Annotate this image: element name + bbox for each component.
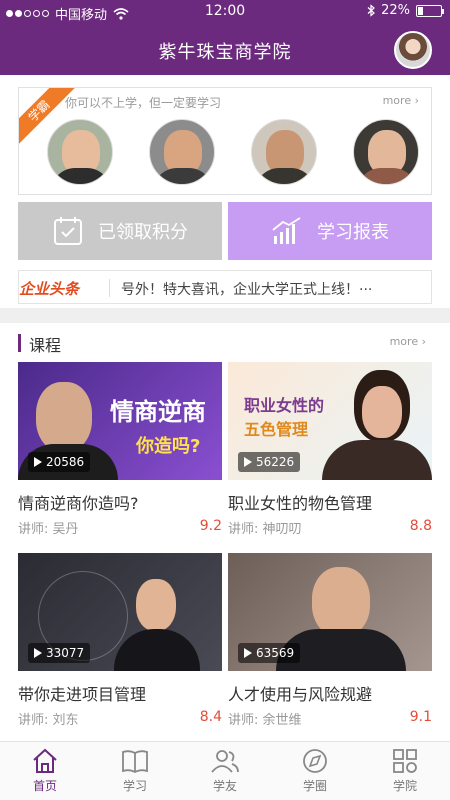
course-art-title: 职业女性的 (244, 396, 325, 415)
section-accent-bar (18, 334, 21, 352)
courses-section-header: 课程 more › (18, 331, 432, 355)
play-icon (34, 648, 42, 658)
news-logo: 企业头条 (19, 280, 80, 298)
tab-home[interactable]: 首页 (0, 742, 90, 800)
play-count: 20586 (28, 452, 91, 472)
course-art-subtitle: 你造吗? (136, 436, 201, 457)
teachers-more-link[interactable]: more › (383, 94, 419, 107)
course-teacher: 讲师: 神叨叨 (228, 522, 302, 537)
news-headline[interactable]: 号外！特大喜讯，企业大学正式上线！··· (121, 279, 372, 299)
featured-teachers-card: 学霸 你可以不上学，但一定要学习 more › (18, 87, 432, 195)
teacher-avatar[interactable] (251, 119, 317, 185)
news-ticker[interactable]: 企业头条 号外！特大喜讯，企业大学正式上线！··· (18, 270, 432, 304)
tab-study[interactable]: 学习 (90, 742, 180, 800)
course-teacher: 讲师: 吴丹 (18, 522, 79, 537)
report-button-label: 学习报表 (317, 222, 389, 243)
teacher-avatar[interactable] (353, 119, 419, 185)
play-count: 63569 (238, 643, 301, 663)
battery-percent: 22% (381, 3, 410, 18)
play-icon (34, 457, 42, 467)
course-card[interactable]: 33077 带你走进项目管理 讲师: 刘东 8.4 (18, 553, 222, 728)
course-teacher: 讲师: 余世维 (228, 713, 302, 728)
tab-circle[interactable]: 学圈 (270, 742, 360, 800)
battery-icon (416, 4, 444, 17)
report-button[interactable]: 学习报表 (228, 202, 432, 260)
play-count: 33077 (28, 643, 91, 663)
course-card[interactable]: 情商逆商 你造吗? 20586 情商逆商你造吗? 讲师: 吴丹 9.2 (18, 362, 222, 537)
course-thumbnail[interactable]: 职业女性的 五色管理 56226 (228, 362, 432, 480)
course-art-title: 情商逆商 (110, 398, 206, 426)
points-button-label: 已领取积分 (98, 222, 188, 243)
home-icon (33, 748, 57, 773)
course-card[interactable]: 职业女性的 五色管理 56226 职业女性的物色管理 讲师: 神叨叨 8.8 (228, 362, 432, 537)
top-bar: 中国移动 12:00 22% 紫牛珠宝商学院 (0, 0, 450, 75)
calendar-check-icon (54, 217, 82, 245)
points-button[interactable]: 已领取积分 (18, 202, 222, 260)
tab-label: 学习 (122, 779, 147, 793)
course-title[interactable]: 情商逆商你造吗? (18, 490, 222, 514)
course-title[interactable]: 人才使用与风险规避 (228, 681, 432, 705)
course-card[interactable]: 63569 人才使用与风险规避 讲师: 余世维 9.1 (228, 553, 432, 728)
grid-icon (393, 749, 417, 773)
tab-friends[interactable]: 学友 (180, 742, 270, 800)
courses-section-title: 课程 (29, 336, 62, 355)
chart-growth-icon (272, 217, 301, 244)
teacher-avatar[interactable] (47, 119, 113, 185)
tab-label: 学友 (212, 779, 237, 793)
section-divider (0, 308, 450, 323)
courses-more-link[interactable]: more › (390, 335, 426, 348)
course-rating: 8.8 (409, 518, 432, 534)
course-rating: 9.1 (409, 709, 432, 725)
tab-label: 学圈 (302, 779, 327, 793)
course-teacher: 讲师: 刘东 (18, 713, 79, 728)
play-count: 56226 (238, 452, 301, 472)
teacher-avatar[interactable] (149, 119, 215, 185)
course-art-subtitle: 五色管理 (244, 420, 309, 439)
course-thumbnail[interactable]: 情商逆商 你造吗? 20586 (18, 362, 222, 480)
course-title[interactable]: 带你走进项目管理 (18, 681, 222, 705)
play-icon (244, 457, 252, 467)
bottom-tab-bar: 首页 学习 学友 学圈 学院 (0, 741, 450, 800)
compass-icon (303, 749, 327, 773)
friends-icon (211, 750, 239, 773)
news-divider (109, 279, 110, 297)
course-thumbnail[interactable]: 63569 (228, 553, 432, 671)
course-rating: 8.4 (199, 709, 222, 725)
tab-label: 首页 (32, 779, 57, 793)
course-thumbnail[interactable]: 33077 (18, 553, 222, 671)
book-icon (122, 750, 148, 774)
play-icon (244, 648, 252, 658)
bluetooth-icon (367, 4, 376, 17)
user-avatar[interactable] (394, 31, 432, 69)
page-title: 紫牛珠宝商学院 (158, 42, 292, 63)
course-title[interactable]: 职业女性的物色管理 (228, 490, 432, 514)
status-bar: 中国移动 12:00 22% (0, 0, 450, 24)
teachers-slogan: 你可以不上学，但一定要学习 (65, 96, 222, 110)
tab-label: 学院 (392, 779, 417, 793)
tab-academy[interactable]: 学院 (360, 742, 450, 800)
course-rating: 9.2 (199, 518, 222, 534)
